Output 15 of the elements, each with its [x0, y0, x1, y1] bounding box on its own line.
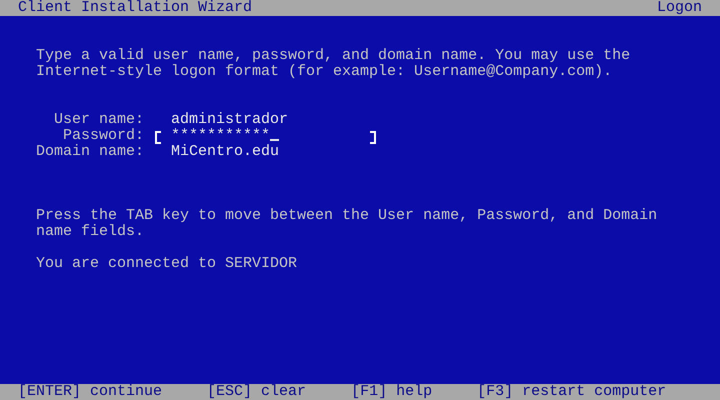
field-label: Domain name: — [36, 144, 144, 160]
instructions-text: Type a valid user name, password, and domain name. You may use the Internet-style logon format (for example: Username@Company.com). — [36, 48, 632, 80]
key-hint: [F3] restart computer — [477, 384, 666, 400]
hint-text: Press the TAB key to move between the User name, Password, and Domain name fields. — [36, 208, 658, 240]
field-label: Password: — [62, 128, 144, 144]
connection-status: You are connected to SERVIDOR — [36, 256, 298, 272]
input-field[interactable]: MiCentro.edu — [153, 144, 378, 160]
input-field[interactable]: administrador — [153, 112, 378, 128]
key-hint: [F1] help — [351, 384, 432, 400]
input-field[interactable]: *********** — [153, 128, 378, 144]
key-hint: [ESC] clear — [207, 384, 306, 400]
section-title: Logon — [656, 0, 702, 16]
window-title: Client Installation Wizard — [18, 0, 252, 16]
field-label: User name: — [53, 112, 144, 128]
key-hint: [ENTER] continue — [18, 384, 162, 400]
